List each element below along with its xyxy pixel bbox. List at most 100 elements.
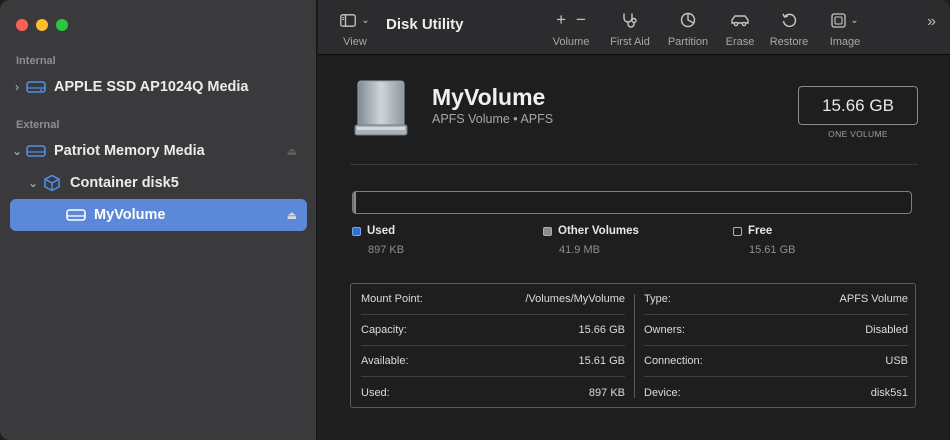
close-window-button[interactable] xyxy=(16,19,28,31)
restore-button[interactable]: Restore xyxy=(766,10,812,48)
info-key: Device: xyxy=(644,386,681,399)
swatch-other xyxy=(543,226,552,236)
info-value: 897 KB xyxy=(588,386,625,399)
swatch-free xyxy=(733,226,742,236)
restore-label: Restore xyxy=(769,36,809,48)
legend-value: 41.9 MB xyxy=(559,244,600,256)
image-button[interactable]: ⌄ Image xyxy=(824,10,866,48)
swatch-used xyxy=(352,226,361,236)
container-cube-icon xyxy=(40,173,64,193)
sidebar: Internal › APPLE SSD AP1024Q Media Exter… xyxy=(0,0,317,440)
sidebar-item-container-disk5[interactable]: ⌄ Container disk5 xyxy=(26,167,307,199)
stethoscope-icon xyxy=(623,13,637,28)
info-row-device: Device: disk5s1 xyxy=(644,377,908,408)
sidebar-toggle-icon xyxy=(340,13,357,27)
info-row-used: Used: 897 KB xyxy=(361,377,625,408)
legend-free: Free 15.61 GB xyxy=(733,225,795,256)
legend-value: 897 KB xyxy=(368,244,405,256)
window-controls xyxy=(16,19,68,31)
partition-label: Partition xyxy=(667,36,709,48)
sidebar-item-label: Container disk5 xyxy=(70,175,179,191)
info-row-owners: Owners: Disabled xyxy=(644,315,908,346)
zoom-window-button[interactable] xyxy=(56,19,68,31)
info-key: Owners: xyxy=(644,324,685,336)
eraser-car-icon xyxy=(731,15,749,27)
info-value: 15.66 GB xyxy=(578,324,625,336)
info-key: Connection: xyxy=(644,355,703,367)
pie-chart-icon xyxy=(680,12,696,28)
sidebar-section-external: External xyxy=(16,119,60,131)
divider xyxy=(350,164,918,165)
info-column-right: Type: APFS Volume Owners: Disabled Connect… xyxy=(634,284,917,409)
info-key: Mount Point: xyxy=(361,293,423,305)
info-row-mount-point: Mount Point: /Volumes/MyVolume xyxy=(361,284,625,315)
legend-label: Other Volumes xyxy=(558,225,639,237)
info-value: disk5s1 xyxy=(870,386,908,399)
volume-name: MyVolume xyxy=(432,84,546,110)
view-button[interactable]: ⌄ View xyxy=(338,10,372,48)
info-value: 15.61 GB xyxy=(578,355,625,367)
info-row-connection: Connection: USB xyxy=(644,346,908,377)
sidebar-item-apple-ssd[interactable]: › APPLE SSD AP1024Q Media xyxy=(10,71,307,103)
restore-arrow-icon xyxy=(782,13,797,27)
legend-label: Free xyxy=(748,225,773,237)
legend-value: 15.61 GB xyxy=(749,244,796,256)
sidebar-item-label: Patriot Memory Media xyxy=(54,143,205,159)
info-value: USB xyxy=(885,355,908,367)
chevron-down-icon: ⌄ xyxy=(850,14,859,26)
disk-utility-window: Internal › APPLE SSD AP1024Q Media Exter… xyxy=(0,0,950,440)
erase-button[interactable]: Erase xyxy=(721,10,759,48)
info-value: APFS Volume xyxy=(839,293,908,305)
toolbar: ⌄ View Disk Utility + − Volume First Aid … xyxy=(318,0,950,55)
volume-detail-pane: MyVolume APFS Volume • APFS 15.66 GB ONE… xyxy=(318,56,950,440)
chevron-down-icon[interactable]: ⌄ xyxy=(10,144,24,158)
volume-subtitle: APFS Volume • APFS xyxy=(432,112,554,126)
info-column-left: Mount Point: /Volumes/MyVolume Capacity: 1… xyxy=(351,284,634,409)
volume-icon xyxy=(64,205,88,225)
storage-usage-bar xyxy=(352,191,912,214)
sidebar-section-internal: Internal xyxy=(16,55,56,67)
info-row-type: Type: APFS Volume xyxy=(644,284,908,315)
internal-disk-icon xyxy=(24,77,48,97)
first-aid-label: First Aid xyxy=(610,36,650,48)
info-key: Used: xyxy=(361,386,390,399)
capacity-badge: 15.66 GB xyxy=(798,86,918,125)
capacity-caption: ONE VOLUME xyxy=(828,129,888,139)
info-key: Type: xyxy=(644,293,671,305)
volume-label: Volume xyxy=(552,36,590,48)
sidebar-item-patriot-memory[interactable]: ⌄ Patriot Memory Media ⏏ xyxy=(10,135,307,167)
image-label: Image xyxy=(829,36,861,48)
volume-info-table: Mount Point: /Volumes/MyVolume Capacity: 1… xyxy=(350,283,916,408)
chevron-down-icon[interactable]: ⌄ xyxy=(26,176,40,190)
eject-icon[interactable]: ⏏ xyxy=(287,145,297,158)
remove-volume-icon[interactable]: − xyxy=(576,10,586,30)
sidebar-item-label: APPLE SSD AP1024Q Media xyxy=(54,79,249,95)
erase-label: Erase xyxy=(725,36,755,48)
sidebar-item-myvolume[interactable]: MyVolume ⏏ xyxy=(10,199,307,231)
eject-icon[interactable]: ⏏ xyxy=(287,209,297,222)
volume-button[interactable]: + − Volume xyxy=(548,10,594,48)
info-key: Capacity: xyxy=(361,324,407,336)
info-row-capacity: Capacity: 15.66 GB xyxy=(361,315,625,346)
external-disk-icon xyxy=(24,141,48,161)
info-row-available: Available: 15.61 GB xyxy=(361,346,625,377)
sidebar-item-label: MyVolume xyxy=(94,207,166,223)
image-disk-icon xyxy=(831,12,846,28)
app-title: Disk Utility xyxy=(386,16,464,33)
external-drive-icon xyxy=(352,79,410,142)
legend-other-volumes: Other Volumes 41.9 MB xyxy=(543,225,639,256)
legend-label: Used xyxy=(367,225,396,237)
usage-other-segment xyxy=(354,192,356,213)
view-label: View xyxy=(343,36,367,48)
legend-used: Used 897 KB xyxy=(352,225,404,256)
minimize-window-button[interactable] xyxy=(36,19,48,31)
info-value: Disabled xyxy=(865,324,908,336)
info-key: Available: xyxy=(361,355,409,367)
chevron-down-icon: ⌄ xyxy=(361,14,370,26)
add-volume-icon[interactable]: + xyxy=(556,10,566,30)
toolbar-overflow-icon[interactable]: » xyxy=(927,13,936,31)
first-aid-button[interactable]: First Aid xyxy=(606,10,654,48)
chevron-right-icon[interactable]: › xyxy=(10,80,24,94)
info-value: /Volumes/MyVolume xyxy=(525,293,625,305)
partition-button[interactable]: Partition xyxy=(664,10,712,48)
